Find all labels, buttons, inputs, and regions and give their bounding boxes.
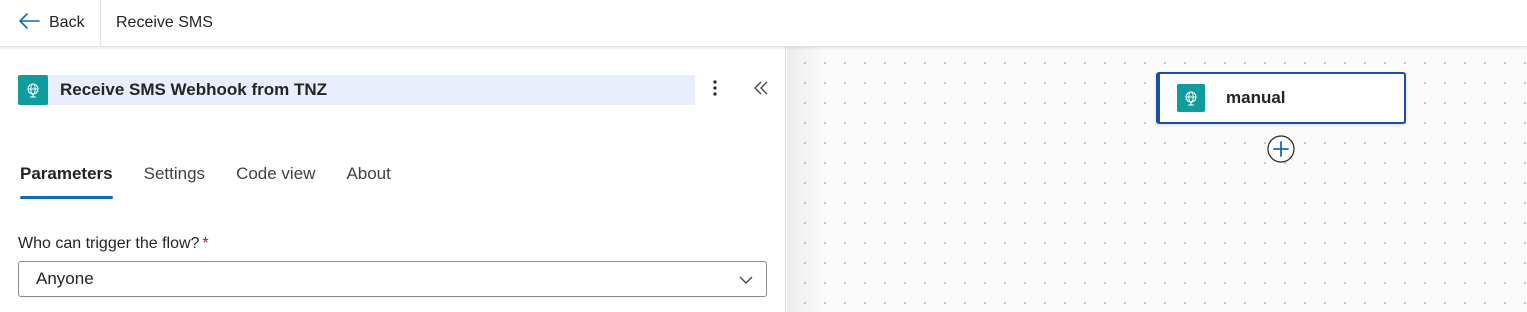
- canvas-edge-shadow: [787, 47, 827, 312]
- tab-parameters[interactable]: Parameters: [20, 162, 113, 202]
- panel-header: Receive SMS Webhook from TNZ: [18, 75, 695, 105]
- trigger-node[interactable]: manual: [1156, 72, 1406, 124]
- collapse-panel-button[interactable]: [748, 77, 774, 103]
- more-options-button[interactable]: [704, 77, 726, 103]
- arrow-left-icon: [18, 12, 40, 35]
- trigger-node-label: manual: [1226, 88, 1286, 107]
- add-step-button[interactable]: [1267, 135, 1295, 163]
- top-bar: Back Receive SMS: [0, 0, 1527, 47]
- tab-code-view[interactable]: Code view: [236, 162, 315, 202]
- details-panel: Receive SMS Webhook from TNZ Parameters …: [0, 47, 786, 312]
- globe-connector-icon: [1177, 84, 1205, 112]
- back-label: Back: [49, 14, 85, 31]
- add-circle-icon: [1267, 135, 1295, 167]
- trigger-permission-label: Who can trigger the flow? *: [18, 235, 209, 253]
- dropdown-value: Anyone: [36, 269, 94, 288]
- required-marker: *: [202, 235, 209, 252]
- field-label-text: Who can trigger the flow?: [18, 235, 200, 252]
- tab-about[interactable]: About: [346, 162, 390, 202]
- panel-title[interactable]: Receive SMS Webhook from TNZ: [60, 80, 327, 100]
- flow-canvas[interactable]: manual: [787, 47, 1527, 312]
- tab-settings[interactable]: Settings: [144, 162, 205, 202]
- more-vertical-icon: [713, 79, 717, 101]
- trigger-permission-dropdown[interactable]: Anyone: [18, 261, 767, 297]
- double-chevron-left-icon: [753, 80, 769, 101]
- back-button[interactable]: Back: [0, 0, 101, 46]
- page-title: Receive SMS: [116, 14, 213, 31]
- globe-connector-icon: [18, 75, 48, 105]
- panel-tabs: Parameters Settings Code view About: [20, 162, 422, 202]
- chevron-down-icon: [738, 272, 754, 286]
